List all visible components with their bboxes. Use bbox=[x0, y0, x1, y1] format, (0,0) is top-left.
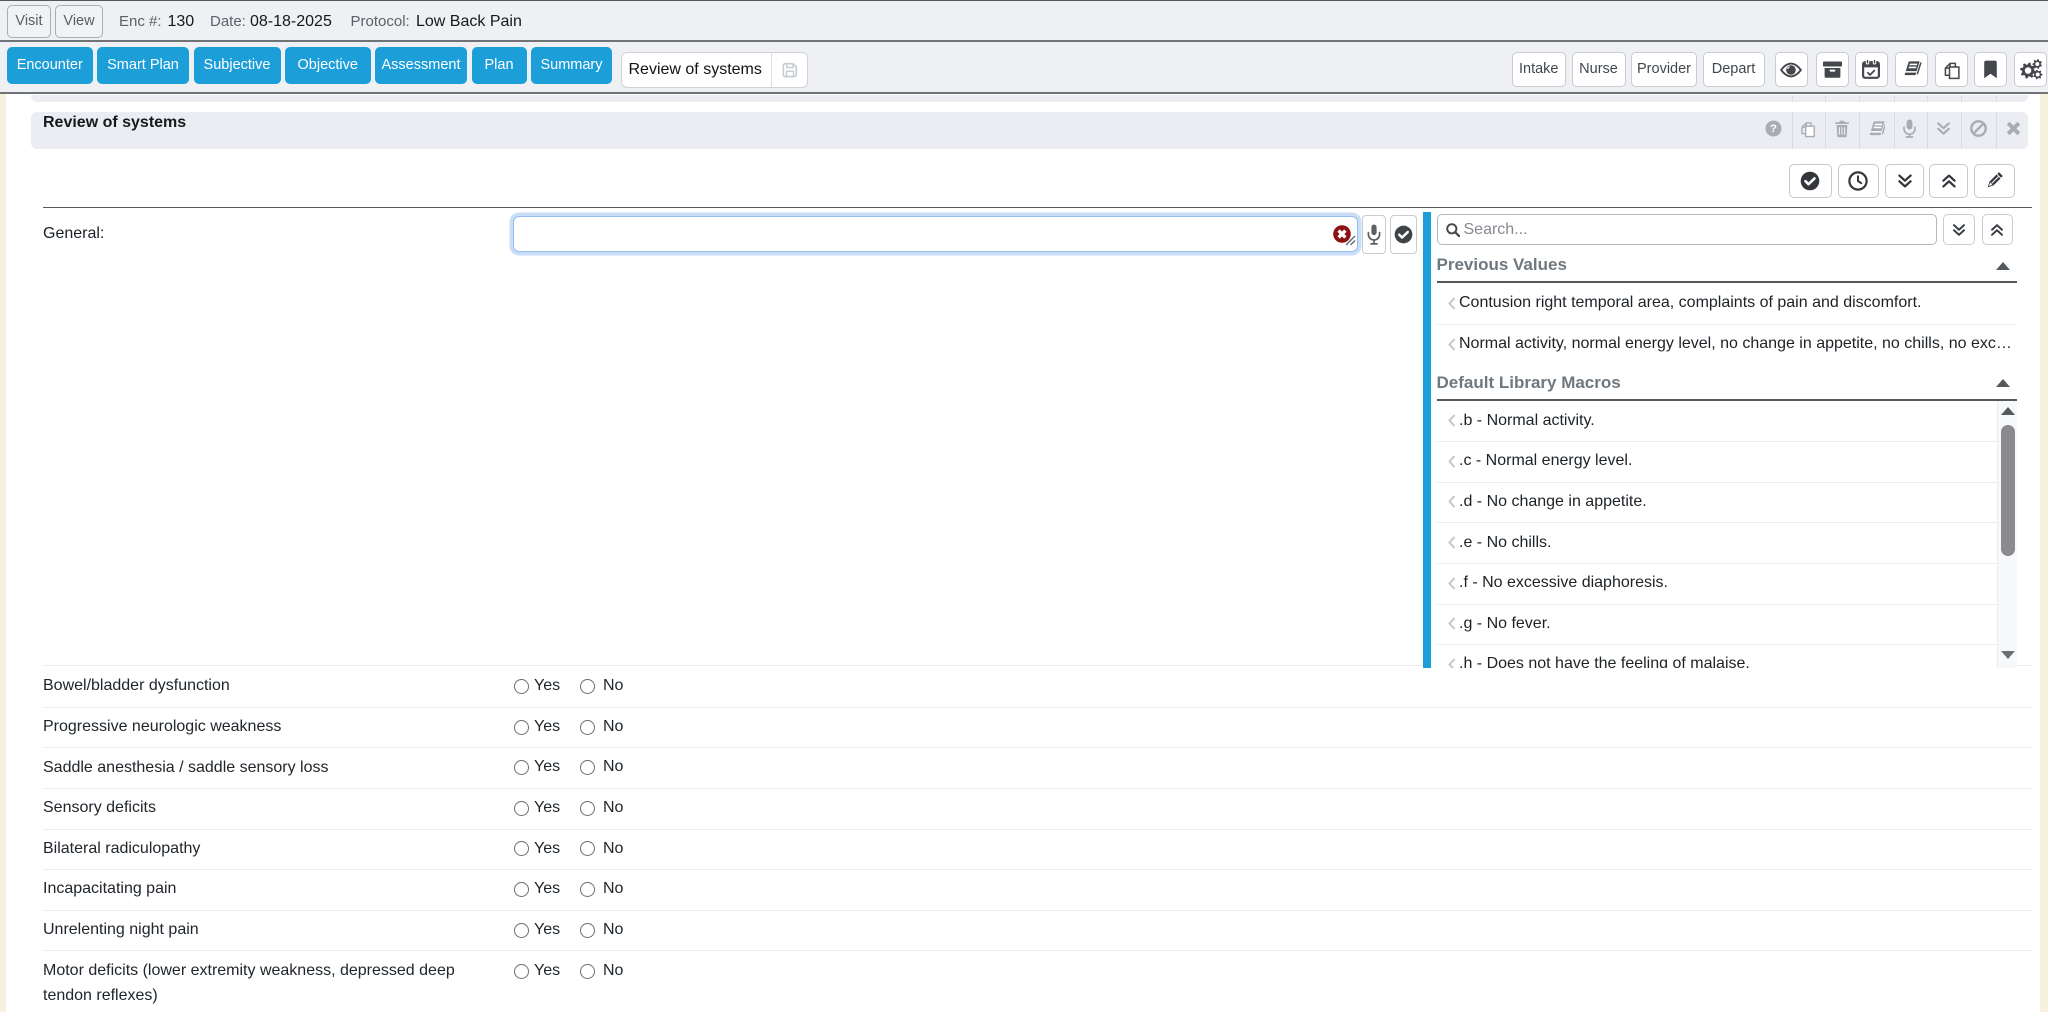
svg-text:?: ? bbox=[1770, 123, 1777, 135]
